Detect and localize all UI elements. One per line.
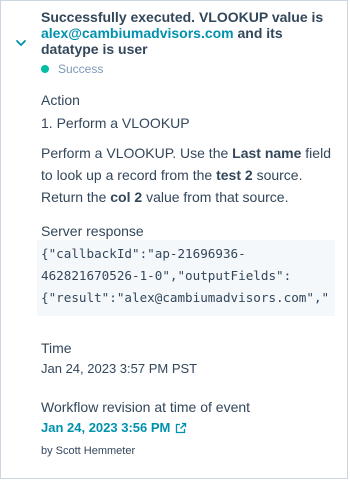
code-line: {"callbackId":"ap-21696936- bbox=[41, 246, 246, 261]
result-header: Successfully executed. VLOOKUP value is … bbox=[41, 9, 337, 57]
server-response-label: Server response bbox=[41, 223, 144, 239]
external-link-icon bbox=[176, 422, 187, 433]
code-line: {"result":"alex@cambiumadvisors.com"," bbox=[41, 290, 330, 305]
status-badge: Success bbox=[41, 62, 103, 76]
action-desc-field: Last name bbox=[232, 145, 302, 161]
revision-date: Jan 24, 2023 3:56 PM bbox=[41, 420, 171, 435]
time-label: Time bbox=[41, 340, 72, 356]
action-desc-source: test 2 bbox=[216, 167, 253, 183]
vlookup-value-link[interactable]: alex@cambiumadvisors.com bbox=[41, 25, 234, 41]
workflow-revision-label: Workflow revision at time of event bbox=[41, 399, 251, 415]
workflow-revision-link[interactable]: Jan 24, 2023 3:56 PM bbox=[41, 420, 187, 435]
action-desc-text: Perform a VLOOKUP. Use the bbox=[41, 145, 229, 161]
action-label: Action bbox=[41, 92, 80, 108]
action-desc-return-col: col 2 bbox=[110, 189, 143, 205]
action-desc-text: value from that source. bbox=[146, 189, 289, 205]
chevron-down-icon[interactable] bbox=[15, 37, 27, 49]
code-line: 462821670526-1-0","outputFields": bbox=[41, 268, 292, 283]
result-message-prefix: Successfully executed. VLOOKUP value is bbox=[41, 9, 324, 25]
action-description: Perform a VLOOKUP. Use the Last name fie… bbox=[41, 142, 333, 208]
status-dot-icon bbox=[41, 65, 49, 73]
time-value: Jan 24, 2023 3:57 PM PST bbox=[41, 361, 198, 376]
event-detail-panel: Successfully executed. VLOOKUP value is … bbox=[0, 0, 348, 479]
revision-author: by Scott Hemmeter bbox=[41, 445, 136, 457]
server-response-code[interactable]: {"callbackId":"ap-21696936- 462821670526… bbox=[37, 240, 335, 316]
action-title: 1. Perform a VLOOKUP bbox=[41, 115, 190, 131]
status-text: Success bbox=[58, 62, 104, 76]
